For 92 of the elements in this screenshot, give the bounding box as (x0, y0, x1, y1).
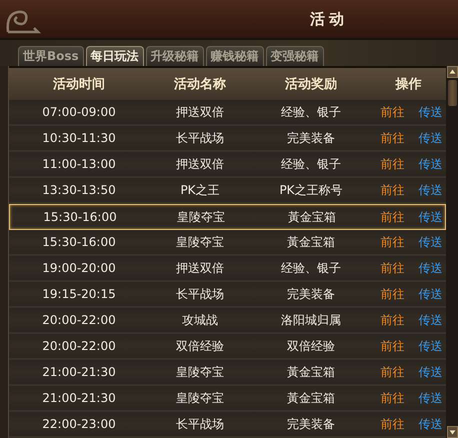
time-cell-text: 19:00-20:00 (41, 261, 117, 275)
column-header: 活动时间 (52, 76, 106, 93)
activity-cell-text: 皇陵夺宝 (175, 364, 225, 380)
activity-cell-text: 皇陵夺宝 (176, 208, 226, 226)
scroll-thumb[interactable] (448, 80, 456, 106)
reward-cell-text: 完美装备 (286, 130, 336, 146)
time-cell-text: 20:00-22:00 (41, 313, 117, 327)
teleport-link[interactable]: 传送 (418, 286, 442, 302)
go-link[interactable]: 前往 (380, 208, 404, 226)
table-row[interactable]: 07:00-09:00 押送双倍 经验、银子 前往 传送 (9, 100, 446, 126)
go-link[interactable]: 前往 (380, 156, 404, 172)
teleport-link[interactable]: 传送 (418, 390, 442, 406)
time-cell-text: 10:30-11:30 (41, 131, 117, 145)
activity-cell-text: PK之王 (179, 182, 221, 198)
table-row[interactable]: 22:00-23:00 长平战场 完美装备 前往 传送 (9, 412, 446, 438)
table-row[interactable]: 20:00-22:00 双倍经验 双倍经验 前往 传送 (9, 334, 446, 360)
table-row[interactable]: 15:30-16:00 皇陵夺宝 黃金宝箱 前往 传送 (9, 204, 446, 230)
reward-cell-text: 完美装备 (286, 416, 336, 432)
table-row[interactable]: 21:00-21:30 皇陵夺宝 黃金宝箱 前往 传送 (9, 386, 446, 412)
table-row[interactable]: 15:30-16:00 皇陵夺宝 黃金宝箱 前往 传送 (9, 230, 446, 256)
time-cell-text: 21:00-21:30 (41, 365, 117, 379)
teleport-link[interactable]: 传送 (418, 416, 442, 432)
teleport-link[interactable]: 传送 (418, 130, 442, 146)
activity-cell-text: 长平战场 (175, 286, 225, 302)
activity-cell-text: 双倍经验 (175, 338, 225, 354)
go-link[interactable]: 前往 (380, 234, 404, 250)
activity-cell-text: 长平战场 (175, 416, 225, 432)
activity-cell-text: 攻城战 (181, 312, 219, 328)
activity-cell-text: 押送双倍 (175, 260, 225, 276)
go-link[interactable]: 前往 (380, 390, 404, 406)
tab[interactable]: 升级秘籍 (146, 46, 204, 66)
table-row[interactable]: 19:00-20:00 押送双倍 经验、银子 前往 传送 (9, 256, 446, 282)
tab[interactable]: 每日玩法 (86, 46, 144, 66)
table-row[interactable]: 20:00-22:00 攻城战 洛阳城归属 前往 传送 (9, 308, 446, 334)
go-link[interactable]: 前往 (380, 104, 404, 120)
teleport-link[interactable]: 传送 (418, 104, 442, 120)
scrollbar[interactable] (446, 66, 458, 438)
time-cell-text: 13:30-13:50 (41, 183, 117, 197)
scroll-up-icon[interactable] (446, 66, 458, 78)
table-row[interactable]: 19:15-20:15 长平战场 完美装备 前往 传送 (9, 282, 446, 308)
teleport-link[interactable]: 传送 (418, 338, 442, 354)
column-header: 活动奖励 (284, 76, 338, 93)
go-link[interactable]: 前往 (380, 364, 404, 380)
tab[interactable]: 赚钱秘籍 (206, 46, 264, 66)
table-row[interactable]: 13:30-13:50 PK之王 PK之王称号 前往 传送 (9, 178, 446, 204)
activity-cell-text: 皇陵夺宝 (175, 390, 225, 406)
time-cell-text: 15:30-16:00 (42, 210, 118, 224)
activity-cell-text: 皇陵夺宝 (175, 234, 225, 250)
scroll-down-icon[interactable] (446, 426, 458, 438)
go-link[interactable]: 前往 (380, 286, 404, 302)
reward-cell-text: 洛阳城归属 (280, 312, 342, 328)
time-cell-text: 20:00-22:00 (41, 339, 117, 353)
activity-cell-text: 押送双倍 (175, 156, 225, 172)
column-header: 活动名称 (173, 76, 227, 93)
time-cell-text: 21:00-21:30 (41, 391, 117, 405)
teleport-link[interactable]: 传送 (418, 156, 442, 172)
go-link[interactable]: 前往 (380, 312, 404, 328)
tab[interactable]: 变强秘籍 (266, 46, 324, 66)
reward-cell-text: 经验、银子 (280, 104, 342, 120)
reward-cell-text: 完美装备 (286, 286, 336, 302)
go-link[interactable]: 前往 (380, 182, 404, 198)
reward-cell-text: 黃金宝箱 (286, 234, 336, 250)
teleport-link[interactable]: 传送 (418, 182, 442, 198)
teleport-link[interactable]: 传送 (418, 234, 442, 250)
table-row[interactable]: 21:00-21:30 皇陵夺宝 黃金宝箱 前往 传送 (9, 360, 446, 386)
activity-cell-text: 长平战场 (175, 130, 225, 146)
go-link[interactable]: 前往 (380, 130, 404, 146)
go-link[interactable]: 前往 (380, 338, 404, 354)
reward-cell-text: PK之王称号 (278, 182, 344, 198)
teleport-link[interactable]: 传送 (418, 208, 442, 226)
activity-cell-text: 押送双倍 (175, 104, 225, 120)
teleport-link[interactable]: 传送 (418, 364, 442, 380)
table-row[interactable]: 11:00-13:00 押送双倍 经验、银子 前往 传送 (9, 152, 446, 178)
time-cell-text: 22:00-23:00 (41, 417, 117, 431)
tab[interactable]: 世界Boss (18, 46, 84, 66)
reward-cell-text: 黃金宝箱 (286, 364, 336, 380)
reward-cell-text: 黃金宝箱 (286, 390, 336, 406)
reward-cell-text: 经验、银子 (280, 260, 342, 276)
go-link[interactable]: 前往 (380, 260, 404, 276)
teleport-link[interactable]: 传送 (418, 312, 442, 328)
time-cell-text: 19:15-20:15 (41, 287, 117, 301)
time-cell-text: 11:00-13:00 (41, 157, 117, 171)
reward-cell-text: 双倍经验 (286, 338, 336, 354)
go-link[interactable]: 前往 (380, 416, 404, 432)
window-title: 活动 (310, 10, 348, 28)
teleport-link[interactable]: 传送 (418, 260, 442, 276)
table-row[interactable]: 10:30-11:30 长平战场 完美装备 前往 传送 (9, 126, 446, 152)
reward-cell-text: 经验、银子 (280, 156, 342, 172)
time-cell-text: 15:30-16:00 (41, 235, 117, 249)
column-header: 操作 (394, 76, 422, 93)
reward-cell-text: 黃金宝箱 (287, 208, 337, 226)
time-cell-text: 07:00-09:00 (41, 105, 117, 119)
